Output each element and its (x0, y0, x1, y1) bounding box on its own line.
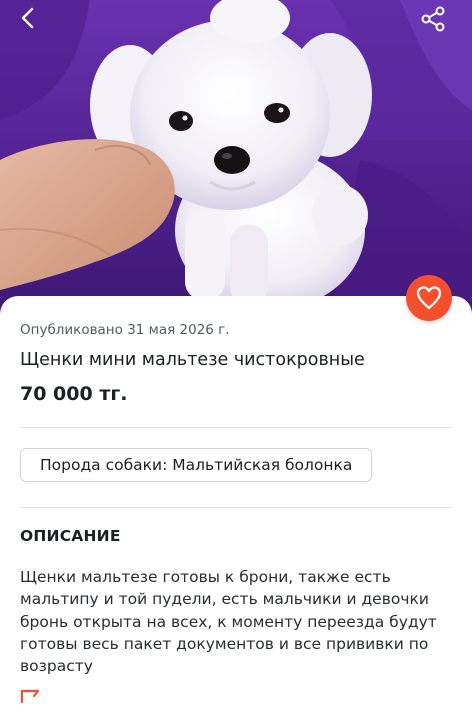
description-heading: ОПИСАНИЕ (20, 527, 121, 545)
share-icon (421, 6, 445, 32)
listing-price: 70 000 тг. (20, 383, 128, 405)
listing-title: Щенки мини мальтезе чистокровные (20, 350, 365, 370)
flag-icon (20, 689, 40, 705)
share-button[interactable] (420, 6, 454, 40)
puppy-image (0, 0, 472, 320)
breed-tag[interactable]: Порода собаки: Мальтийская болонка (20, 448, 373, 482)
listing-photo[interactable] (0, 0, 472, 320)
chevron-left-icon (21, 7, 34, 29)
heart-icon (416, 286, 442, 310)
report-button[interactable] (20, 688, 42, 707)
published-date: Опубликовано 31 мая 2026 г. (20, 322, 230, 338)
description-text: Щенки мальтезе готовы к брони, также ест… (20, 568, 437, 676)
divider (20, 427, 452, 428)
favorite-button[interactable] (406, 275, 452, 321)
divider (20, 507, 452, 508)
back-button[interactable] (16, 6, 50, 40)
